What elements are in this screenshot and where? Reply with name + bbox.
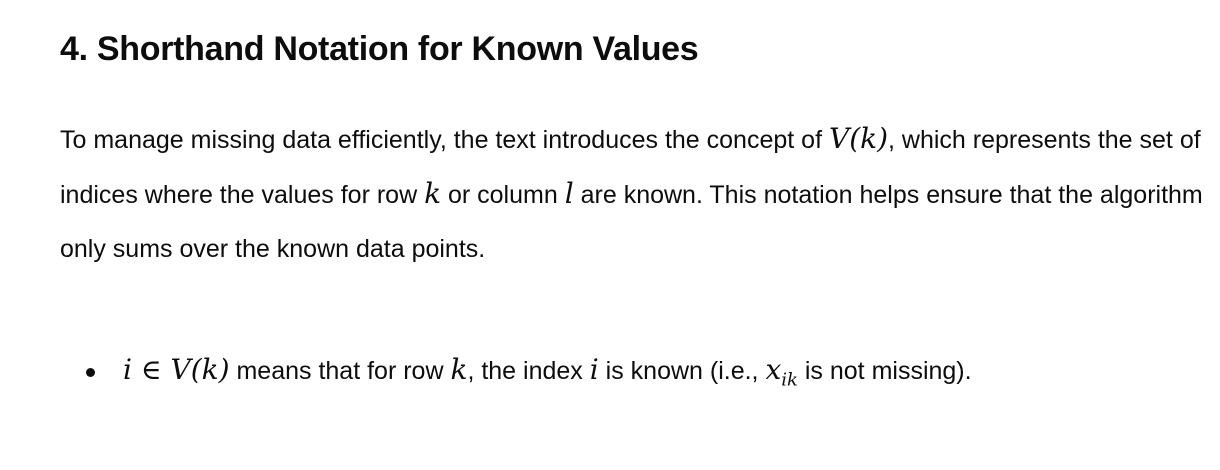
math-V-k: V(k) bbox=[828, 122, 889, 155]
math-i-in-V-k: i ∈ V(k) bbox=[123, 353, 230, 386]
math-l: l bbox=[564, 177, 574, 210]
math-x-ik: xik bbox=[765, 353, 797, 391]
text: or column bbox=[441, 181, 565, 209]
math-subscript: ik bbox=[781, 369, 798, 391]
section-heading: 4. Shorthand Notation for Known Values bbox=[60, 30, 699, 68]
paragraph: To manage missing data efficiently, the … bbox=[60, 112, 1220, 276]
bullet-list: i ∈ V(k) means that for row k, the index… bbox=[60, 342, 1140, 409]
text: , the index bbox=[467, 357, 590, 385]
math-k: k bbox=[424, 177, 442, 210]
math-k: k bbox=[450, 353, 468, 386]
list-item: i ∈ V(k) means that for row k, the index… bbox=[60, 342, 1140, 409]
text: means that for row bbox=[229, 357, 451, 385]
math-i: i bbox=[589, 353, 599, 386]
math-x: x bbox=[765, 353, 782, 386]
text: is known (i.e., bbox=[598, 357, 766, 385]
text: To manage missing data efficiently, the … bbox=[60, 126, 829, 154]
text: is not missing). bbox=[797, 357, 972, 385]
